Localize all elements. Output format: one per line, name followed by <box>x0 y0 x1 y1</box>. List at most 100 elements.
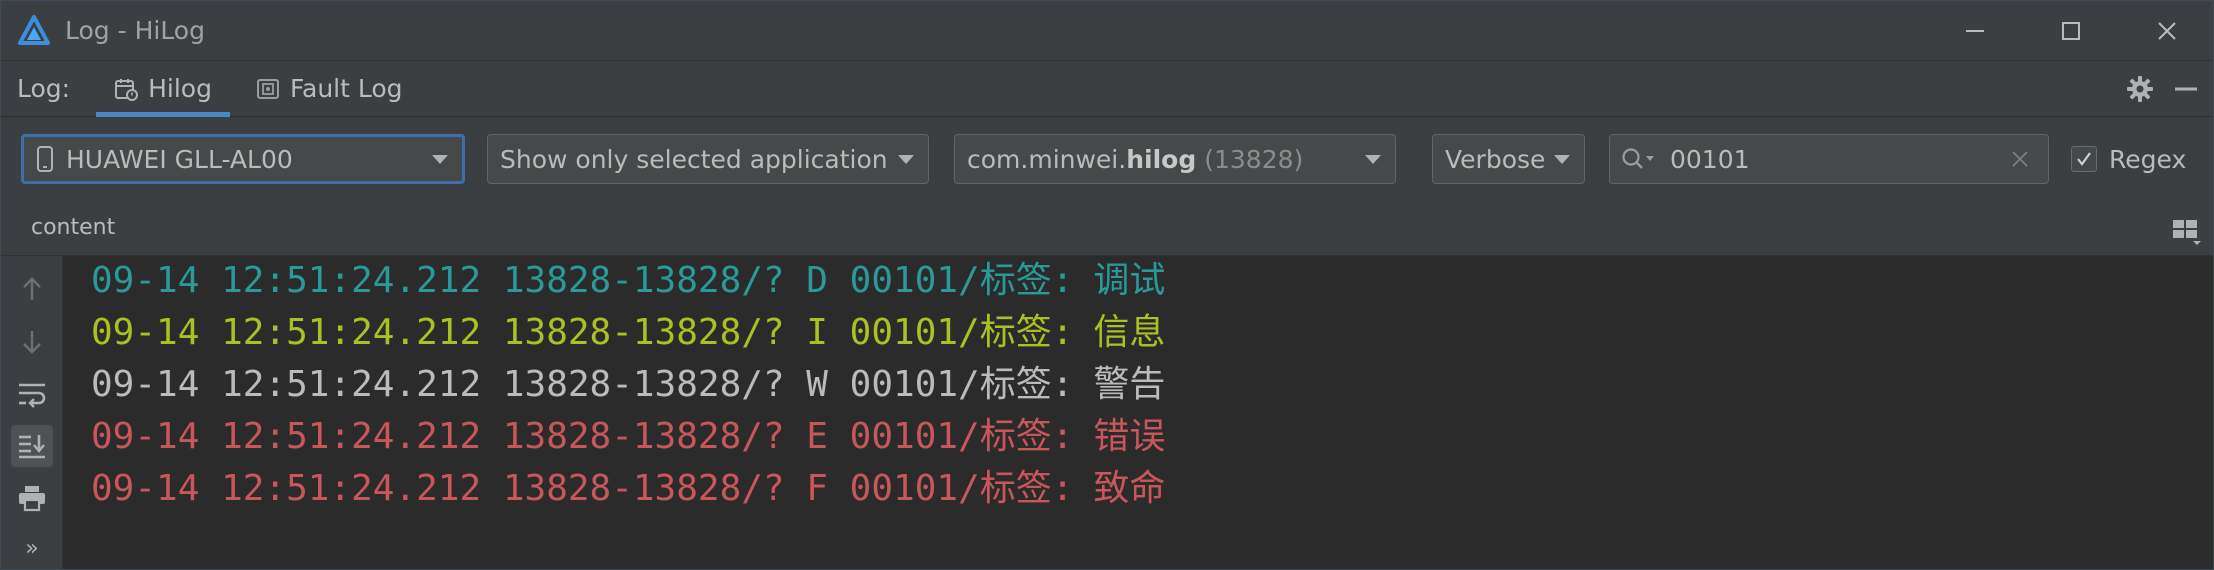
filter-mode-value: Show only selected application <box>500 144 888 174</box>
title-bar: Log - HiLog <box>1 1 2213 61</box>
hilog-window: Log - HiLog Log: Hilog Fault Log HUAWEI … <box>0 0 2214 570</box>
scroll-up-button[interactable] <box>11 268 53 310</box>
log-level: E <box>806 416 828 457</box>
log-side-toolbar: » <box>1 256 63 569</box>
regex-label: Regex <box>2109 144 2187 174</box>
log-level-value: Verbose <box>1445 144 1546 174</box>
filter-toolbar: HUAWEI GLL-AL00 Show only selected appli… <box>1 117 2213 201</box>
fault-log-icon <box>256 78 279 99</box>
log-date: 09-14 <box>91 312 200 353</box>
log-time: 12:51:24.212 <box>221 364 482 405</box>
window-controls <box>1927 1 2213 61</box>
log-line: 09-14 12:51:24.212 13828-13828/? E 00101… <box>91 412 1165 462</box>
close-button[interactable] <box>2119 1 2213 61</box>
hide-panel-button[interactable] <box>2163 66 2209 112</box>
log-time: 12:51:24.212 <box>221 260 482 301</box>
tab-bar: Log: Hilog Fault Log <box>1 60 2213 117</box>
log-tag: 00101/标签: <box>849 260 1074 301</box>
chevron-down-icon <box>432 155 448 164</box>
chevron-down-icon <box>1554 155 1570 164</box>
soft-wrap-icon <box>19 383 46 408</box>
log-message: 信息 <box>1093 312 1166 353</box>
log-level: I <box>806 312 828 353</box>
harmony-logo-icon <box>18 14 50 45</box>
log-label: Log: <box>17 74 71 103</box>
log-level: D <box>806 260 828 301</box>
log-date: 09-14 <box>91 416 200 457</box>
print-icon <box>19 486 45 512</box>
check-icon <box>2077 152 2091 166</box>
log-tag: 00101/标签: <box>849 416 1074 457</box>
log-date: 09-14 <box>91 260 200 301</box>
device-select[interactable]: HUAWEI GLL-AL00 <box>21 134 465 184</box>
process-pid: (13828) <box>1204 144 1304 174</box>
more-tools-button[interactable]: » <box>11 530 53 566</box>
gear-icon <box>2127 76 2153 102</box>
filter-mode-select[interactable]: Show only selected application <box>487 134 929 184</box>
process-prefix: com.minwei. <box>967 144 1127 174</box>
log-message: 致命 <box>1093 468 1166 509</box>
log-pid: 13828-13828/? <box>502 468 785 509</box>
process-name: hilog <box>1126 144 1197 174</box>
log-pid: 13828-13828/? <box>502 260 785 301</box>
tab-fault-log-label: Fault Log <box>289 74 403 103</box>
log-message: 警告 <box>1093 364 1166 405</box>
log-line: 09-14 12:51:24.212 13828-13828/? I 00101… <box>91 308 1165 358</box>
log-line: 09-14 12:51:24.212 13828-13828/? W 00101… <box>91 360 1165 410</box>
log-line: 09-14 12:51:24.212 13828-13828/? F 00101… <box>91 464 1165 514</box>
log-time: 12:51:24.212 <box>221 312 482 353</box>
window-title: Log - HiLog <box>65 16 205 45</box>
process-select[interactable]: com.minwei. hilog (13828) <box>954 134 1396 184</box>
tabbar-actions <box>2117 61 2213 117</box>
tab-hilog[interactable]: Hilog <box>96 60 230 117</box>
clear-icon[interactable] <box>2010 149 2030 169</box>
chevron-down-icon <box>898 155 914 164</box>
log-tag: 00101/标签: <box>849 468 1074 509</box>
maximize-button[interactable] <box>2023 1 2119 61</box>
chevron-down-icon <box>1365 155 1381 164</box>
log-time: 12:51:24.212 <box>221 468 482 509</box>
scroll-to-end-icon <box>19 435 45 459</box>
log-pid: 13828-13828/? <box>502 312 785 353</box>
log-time: 12:51:24.212 <box>221 416 482 457</box>
minimize-icon <box>1966 30 1984 32</box>
log-pid: 13828-13828/? <box>502 364 785 405</box>
regex-checkbox[interactable] <box>2071 146 2097 172</box>
scroll-down-button[interactable] <box>11 321 53 363</box>
layout-options-icon[interactable] <box>2171 217 2201 245</box>
regex-toggle[interactable]: Regex <box>2071 134 2186 184</box>
log-level: F <box>806 468 828 509</box>
close-icon <box>2158 22 2176 40</box>
more-icon: » <box>25 535 39 561</box>
log-pid: 13828-13828/? <box>502 416 785 457</box>
soft-wrap-button[interactable] <box>11 373 53 415</box>
settings-button[interactable] <box>2117 66 2163 112</box>
log-tag: 00101/标签: <box>849 364 1074 405</box>
arrow-down-icon <box>23 331 41 354</box>
search-field[interactable]: 00101 <box>1609 134 2049 184</box>
log-column-header: content <box>1 201 2213 256</box>
log-level-select[interactable]: Verbose <box>1432 134 1585 184</box>
log-output: 09-14 12:51:24.212 13828-13828/? D 00101… <box>63 256 2213 569</box>
log-message: 错误 <box>1093 416 1166 457</box>
log-date: 09-14 <box>91 364 200 405</box>
tab-fault-log[interactable]: Fault Log <box>238 61 421 117</box>
search-icon <box>1622 148 1654 169</box>
phone-icon <box>37 146 53 172</box>
scroll-to-end-button[interactable] <box>11 425 53 467</box>
log-message: 调试 <box>1093 260 1166 301</box>
calendar-log-icon <box>115 78 139 101</box>
maximize-icon <box>2062 22 2080 40</box>
log-line: 09-14 12:51:24.212 13828-13828/? D 00101… <box>91 256 1165 306</box>
minimize-button[interactable] <box>1927 1 2023 61</box>
search-input[interactable]: 00101 <box>1670 145 1750 174</box>
minimize-panel-icon <box>2175 87 2197 91</box>
tab-hilog-label: Hilog <box>148 74 212 103</box>
arrow-up-icon <box>23 277 41 300</box>
print-button[interactable] <box>11 477 53 519</box>
log-tag: 00101/标签: <box>849 312 1074 353</box>
log-date: 09-14 <box>91 468 200 509</box>
content-column-label: content <box>31 215 116 240</box>
device-value: HUAWEI GLL-AL00 <box>66 144 293 174</box>
log-level: W <box>806 364 828 405</box>
